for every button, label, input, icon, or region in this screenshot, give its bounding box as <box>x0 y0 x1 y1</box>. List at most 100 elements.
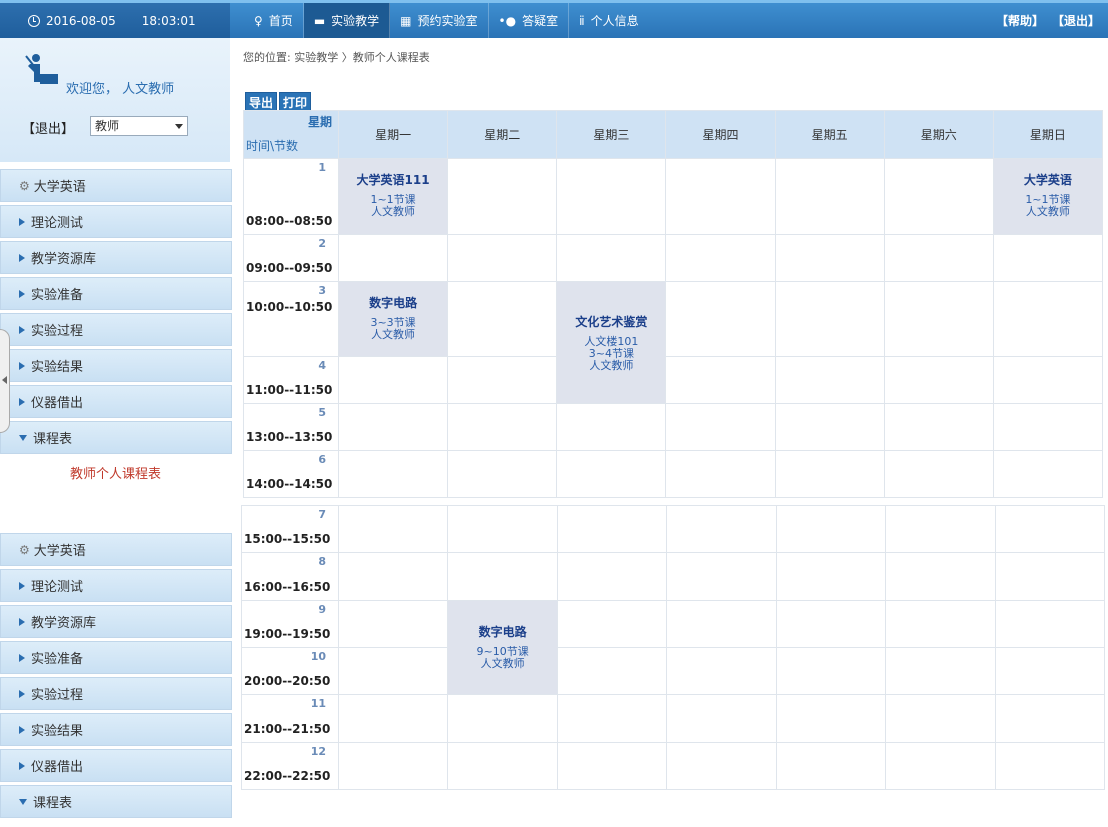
role-select[interactable]: 教师 <box>90 116 188 136</box>
slot-cell: 3 10:00--10:50 <box>243 281 339 357</box>
gear-icon: ⚙ <box>19 542 30 557</box>
clock-icon <box>28 14 40 27</box>
sidebar-item-process[interactable]: 实验过程 <box>0 313 232 346</box>
sidebar-sub-teacher-schedule[interactable]: 教师个人课程表 <box>0 457 232 487</box>
table-row: 3 10:00--10:50 数字电路 3~3节课 人文教师 文化艺术鉴赏 人文楼101… <box>243 281 1104 404</box>
empty-cell <box>556 552 668 601</box>
empty-cell <box>885 600 996 648</box>
empty-cell <box>447 234 558 282</box>
course-cell[interactable]: 文化艺术鉴赏 人文楼101 3~4节课 人文教师 <box>556 281 667 404</box>
sidebar-item-schedule[interactable]: 课程表 <box>0 421 232 454</box>
triangle-right-icon <box>19 689 25 698</box>
empty-cell <box>447 281 558 357</box>
sidebar-menu-bottom: ⚙ 大学英语 理论测试 教学资源库 实验准备 实验过程 实验结果 仪器借出 课程表 <box>0 533 232 821</box>
sidebar-item-preparation[interactable]: 实验准备 <box>0 277 232 310</box>
empty-cell <box>556 694 668 743</box>
empty-cell <box>775 600 887 648</box>
triangle-right-icon <box>19 761 25 770</box>
sidebar-item-results[interactable]: 实验结果 <box>0 349 232 382</box>
empty-cell <box>666 600 777 648</box>
slot-cell: 4 11:00--11:50 <box>243 356 339 404</box>
slot-cell: 9 19:00--19:50 <box>241 600 339 648</box>
day-header: 星期六 <box>883 110 994 159</box>
course-cell[interactable]: 大学英语 1~1节课 人文教师 <box>992 158 1104 235</box>
exit-link[interactable]: 【退出】 <box>1052 12 1100 29</box>
empty-cell <box>337 234 449 282</box>
day-header: 星期日 <box>992 110 1104 159</box>
person-icon: ⅱ <box>579 13 585 28</box>
top-nav-bar: 2016-08-05 18:03:01 ♀ 首页 ▬ 实验教学 ▦ 预约实验室 •● 答… <box>0 0 1108 38</box>
sidebar-item-theory-test[interactable]: 理论测试 <box>0 569 232 602</box>
empty-cell <box>994 552 1106 601</box>
sidebar-collapse-handle[interactable] <box>0 329 10 433</box>
empty-cell <box>992 234 1104 282</box>
sidebar-logout-link[interactable]: 【退出】 <box>22 118 74 137</box>
user-panel: 欢迎您， 人文教师 【退出】 教师 <box>0 38 230 162</box>
empty-cell <box>665 450 776 498</box>
nav-home[interactable]: ♀ 首页 <box>244 3 304 38</box>
main-nav: ♀ 首页 ▬ 实验教学 ▦ 预约实验室 •● 答疑室 ⅱ 个人信息 <box>244 3 649 38</box>
table-row: 6 14:00--14:50 <box>243 450 1104 498</box>
sidebar: 欢迎您， 人文教师 【退出】 教师 ⚙ 大学英语 理论测试 教学资源库 实验准备 … <box>0 38 232 827</box>
empty-cell <box>337 356 449 404</box>
sidebar-menu-top: ⚙ 大学英语 理论测试 教学资源库 实验准备 实验过程 实验结果 仪器借出 课程表… <box>0 169 232 487</box>
triangle-right-icon <box>19 289 25 298</box>
bulb-icon: ♀ <box>254 13 263 28</box>
schedule-table-top: 星期 时间\节数 星期一 星期二 星期三 星期四 星期五 星期六 星期日 1 08… <box>243 110 1104 498</box>
sidebar-item-schedule[interactable]: 课程表 <box>0 785 232 818</box>
empty-cell <box>883 234 994 282</box>
sidebar-course[interactable]: ⚙ 大学英语 <box>0 533 232 566</box>
triangle-right-icon <box>19 253 25 262</box>
sidebar-item-theory-test[interactable]: 理论测试 <box>0 205 232 238</box>
top-links: 【帮助】 【退出】 <box>988 3 1100 38</box>
teacher-avatar-icon <box>25 54 58 84</box>
nav-personal-info[interactable]: ⅱ 个人信息 <box>569 3 649 38</box>
welcome-text: 欢迎您， 人文教师 <box>66 82 175 97</box>
empty-cell <box>774 281 885 357</box>
empty-cell <box>665 158 776 235</box>
course-cell[interactable]: 数字电路 3~3节课 人文教师 <box>337 281 449 357</box>
empty-cell <box>992 450 1104 498</box>
empty-cell <box>883 158 994 235</box>
empty-cell <box>774 403 885 451</box>
empty-cell <box>556 742 668 790</box>
empty-cell <box>775 647 887 695</box>
sidebar-course[interactable]: ⚙ 大学英语 <box>0 169 232 202</box>
nav-qa-room[interactable]: •● 答疑室 <box>489 3 570 38</box>
empty-cell <box>337 647 449 695</box>
empty-cell <box>556 158 667 235</box>
time-text: 18:03:01 <box>141 13 196 28</box>
sidebar-item-process[interactable]: 实验过程 <box>0 677 232 710</box>
empty-cell <box>883 450 994 498</box>
table-row: 9 19:00--19:50 数字电路 9~10节课 人文教师 <box>241 600 1106 695</box>
empty-cell <box>447 158 558 235</box>
triangle-right-icon <box>19 397 25 406</box>
empty-cell <box>994 742 1106 790</box>
nav-experiment-teaching[interactable]: ▬ 实验教学 <box>303 3 391 38</box>
sidebar-item-resources[interactable]: 教学资源库 <box>0 241 232 274</box>
table-row: 12 22:00--22:50 <box>241 742 1106 790</box>
help-link[interactable]: 【帮助】 <box>996 12 1044 29</box>
table-row: 11 21:00--21:50 <box>241 694 1106 743</box>
empty-cell <box>775 694 887 743</box>
empty-cell <box>883 356 994 404</box>
day-header: 星期三 <box>556 110 667 159</box>
empty-cell <box>447 403 558 451</box>
empty-cell <box>994 694 1106 743</box>
empty-cell <box>885 742 996 790</box>
course-cell[interactable]: 大学英语111 1~1节课 人文教师 <box>337 158 449 235</box>
course-cell[interactable]: 数字电路 9~10节课 人文教师 <box>447 600 558 695</box>
chevron-down-icon <box>175 124 183 129</box>
empty-cell <box>885 647 996 695</box>
empty-cell <box>337 694 449 743</box>
slot-cell: 6 14:00--14:50 <box>243 450 339 498</box>
empty-cell <box>556 234 667 282</box>
sidebar-item-instrument-loan[interactable]: 仪器借出 <box>0 749 232 782</box>
sidebar-item-preparation[interactable]: 实验准备 <box>0 641 232 674</box>
table-row: 8 16:00--16:50 <box>241 552 1106 601</box>
sidebar-item-instrument-loan[interactable]: 仪器借出 <box>0 385 232 418</box>
triangle-right-icon <box>19 217 25 226</box>
nav-book-lab[interactable]: ▦ 预约实验室 <box>390 3 489 38</box>
sidebar-item-results[interactable]: 实验结果 <box>0 713 232 746</box>
sidebar-item-resources[interactable]: 教学资源库 <box>0 605 232 638</box>
